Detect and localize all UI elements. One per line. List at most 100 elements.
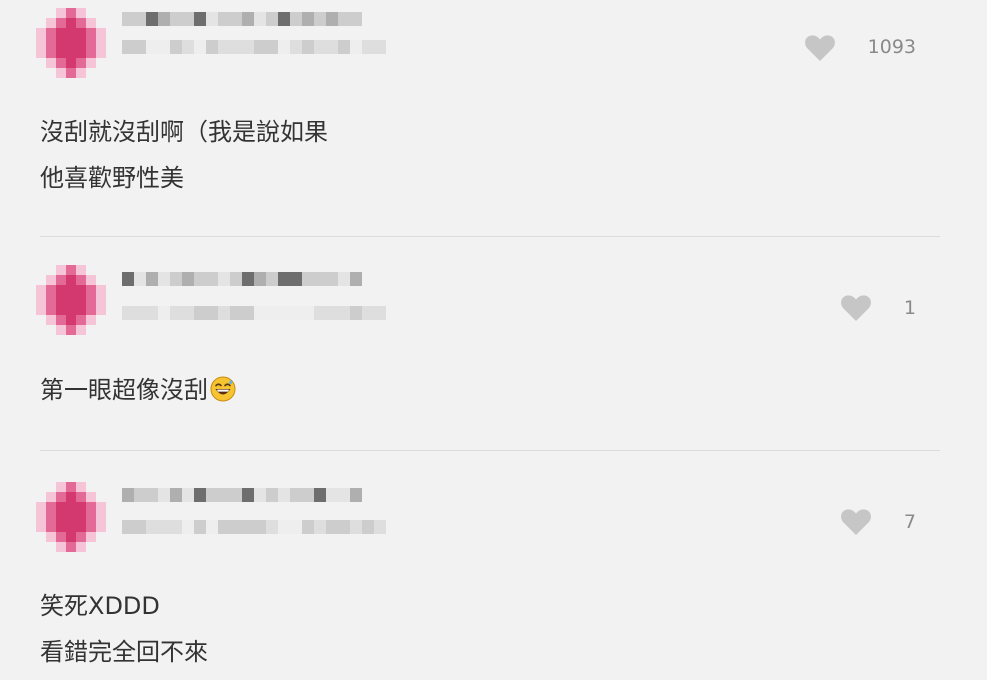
mosaic-block — [230, 520, 242, 534]
mosaic-block — [122, 12, 134, 26]
avatar-pixel — [46, 58, 56, 68]
mosaic-block — [122, 306, 134, 320]
mosaic-block — [218, 12, 230, 26]
avatar-pixel — [76, 18, 86, 28]
comment-text: 笑死XDDD 看錯完全回不來 — [40, 583, 208, 675]
mosaic-block — [350, 488, 362, 502]
avatar-pixel — [36, 58, 46, 68]
avatar-pixel — [66, 18, 76, 28]
mosaic-block — [158, 488, 170, 502]
avatar-pixel — [36, 48, 46, 58]
mosaic-block — [206, 488, 218, 502]
avatar-pixel — [86, 275, 96, 285]
avatar-pixel — [46, 522, 56, 532]
mosaic-block — [314, 306, 326, 320]
avatar-pixel — [36, 18, 46, 28]
mosaic-block — [182, 306, 194, 320]
mosaic-block — [350, 306, 362, 320]
mosaic-block — [170, 306, 182, 320]
mosaic-block — [266, 306, 278, 320]
mosaic-block — [314, 488, 326, 502]
mosaic-block — [182, 40, 194, 54]
avatar[interactable] — [36, 265, 106, 335]
mosaic-block — [194, 272, 206, 286]
mosaic-block — [350, 272, 362, 286]
avatar-pixel — [36, 68, 46, 78]
mosaic-block — [230, 12, 242, 26]
mosaic-block — [206, 306, 218, 320]
avatar-pixel — [86, 48, 96, 58]
avatar-pixel — [46, 325, 56, 335]
avatar-pixel — [86, 532, 96, 542]
avatar-pixel — [46, 492, 56, 502]
avatar-pixel — [86, 522, 96, 532]
avatar-pixel — [76, 325, 86, 335]
avatar-pixel — [96, 492, 106, 502]
like-count: 1093 — [867, 36, 916, 58]
avatar-pixel — [76, 305, 86, 315]
avatar-pixel — [36, 482, 46, 492]
mosaic-block — [170, 488, 182, 502]
heart-icon[interactable] — [840, 294, 872, 322]
mosaic-block — [218, 520, 230, 534]
avatar-pixel — [86, 38, 96, 48]
comment-text: 第一眼超像沒刮 — [40, 367, 236, 413]
avatar-pixel — [66, 275, 76, 285]
username-blurred[interactable] — [122, 488, 362, 502]
avatar-pixel — [56, 8, 66, 18]
mosaic-block — [326, 306, 338, 320]
avatar-pixel — [76, 315, 86, 325]
mosaic-block — [266, 40, 278, 54]
avatar-pixel — [96, 305, 106, 315]
avatar-pixel — [56, 38, 66, 48]
avatar-pixel — [66, 492, 76, 502]
avatar-pixel — [66, 542, 76, 552]
avatar-pixel — [76, 522, 86, 532]
mosaic-block — [290, 40, 302, 54]
avatar-pixel — [86, 492, 96, 502]
mosaic-block — [326, 272, 338, 286]
mosaic-block — [302, 520, 314, 534]
mosaic-block — [170, 12, 182, 26]
avatar-pixel — [96, 285, 106, 295]
mosaic-block — [254, 306, 266, 320]
avatar-pixel — [46, 502, 56, 512]
avatar[interactable] — [36, 8, 106, 78]
avatar-pixel — [36, 512, 46, 522]
mosaic-block — [230, 306, 242, 320]
avatar-pixel — [86, 482, 96, 492]
avatar-pixel — [46, 305, 56, 315]
avatar-pixel — [56, 68, 66, 78]
comment-line: 他喜歡野性美 — [40, 164, 184, 192]
avatar-pixel — [86, 18, 96, 28]
avatar[interactable] — [36, 482, 106, 552]
avatar-pixel — [76, 285, 86, 295]
username-blurred[interactable] — [122, 12, 362, 26]
mosaic-block — [158, 306, 170, 320]
avatar-pixel — [56, 542, 66, 552]
grinning-face-with-sweat-icon — [210, 376, 236, 402]
comment-line: 第一眼超像沒刮 — [40, 367, 236, 413]
mosaic-block — [278, 12, 290, 26]
mosaic-block — [362, 40, 374, 54]
avatar-pixel — [46, 295, 56, 305]
mosaic-block — [338, 306, 350, 320]
avatar-pixel — [96, 512, 106, 522]
avatar-pixel — [36, 28, 46, 38]
avatar-pixel — [66, 58, 76, 68]
avatar-pixel — [66, 532, 76, 542]
heart-icon[interactable] — [804, 34, 836, 62]
mosaic-block — [254, 488, 266, 502]
avatar-pixel — [56, 482, 66, 492]
username-blurred[interactable] — [122, 272, 362, 286]
avatar-pixel — [86, 502, 96, 512]
mosaic-block — [134, 272, 146, 286]
avatar-pixel — [76, 512, 86, 522]
mosaic-block — [242, 40, 254, 54]
mosaic-block — [338, 520, 350, 534]
mosaic-block — [350, 40, 362, 54]
heart-icon[interactable] — [840, 508, 872, 536]
mosaic-block — [218, 306, 230, 320]
mosaic-block — [146, 520, 158, 534]
mosaic-block — [122, 520, 134, 534]
